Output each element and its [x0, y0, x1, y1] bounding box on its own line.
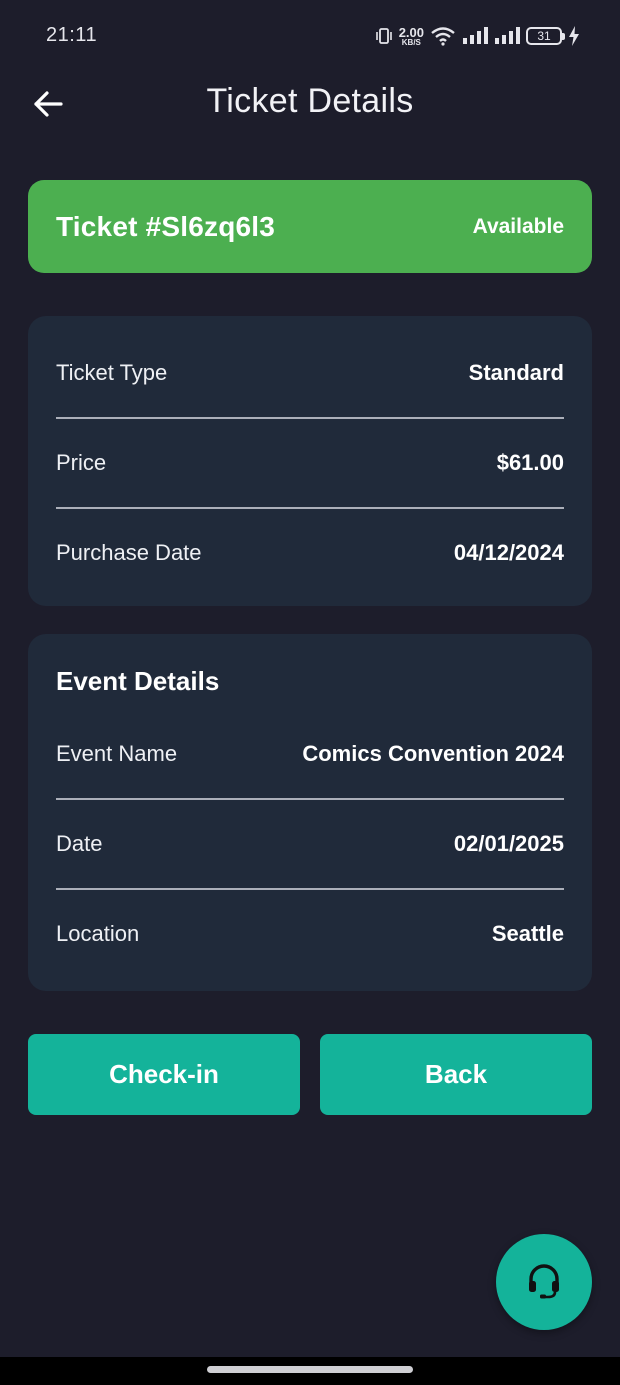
- event-date-label: Date: [56, 831, 103, 856]
- support-fab[interactable]: [496, 1234, 592, 1330]
- ticket-details-screen: 21:11 2.00 KB/S 31 Ticket Details Ticket…: [0, 0, 620, 1385]
- status-bar: 21:11 2.00 KB/S 31: [0, 0, 620, 72]
- divider: [56, 888, 564, 890]
- ticket-type-row: Ticket Type Standard: [56, 329, 564, 417]
- back-button[interactable]: Back: [320, 1034, 592, 1115]
- event-name-label: Event Name: [56, 741, 178, 766]
- battery-level: 31: [537, 29, 551, 43]
- location-row: Location Seattle: [56, 890, 564, 978]
- signal-icon: [462, 27, 488, 45]
- network-speed-value: 2.00: [398, 24, 424, 40]
- ticket-info-card: Ticket Type Standard Price $61.00 Purcha…: [28, 316, 592, 606]
- purchase-date-row: Purchase Date 04/12/2024: [56, 509, 564, 597]
- network-speed: 2.00 KB/S: [399, 26, 424, 47]
- price-value: $61.00: [496, 450, 564, 475]
- ticket-type-value: Standard: [468, 360, 564, 385]
- wifi-icon: [430, 26, 456, 46]
- event-date-row: Date 02/01/2025: [56, 800, 564, 888]
- signal-icon: [494, 27, 520, 45]
- status-time: 21:11: [46, 24, 98, 46]
- divider: [56, 798, 564, 800]
- event-date-value: 02/01/2025: [453, 831, 564, 856]
- vibrate-icon: [375, 27, 393, 45]
- ticket-id: Ticket #Sl6zq6l3: [56, 210, 276, 242]
- purchase-date-label: Purchase Date: [56, 540, 202, 565]
- price-label: Price: [56, 450, 107, 475]
- event-name-row: Event Name Comics Convention 2024: [56, 710, 564, 798]
- divider: [56, 417, 564, 419]
- divider: [56, 507, 564, 509]
- charging-icon: [568, 26, 580, 46]
- ticket-status-banner: Ticket #Sl6zq6l3 Available: [28, 180, 592, 273]
- ticket-status-badge: Available: [472, 214, 564, 238]
- event-name-value: Comics Convention 2024: [302, 741, 564, 766]
- network-speed-unit: KB/S: [401, 37, 421, 47]
- ticket-type-label: Ticket Type: [56, 360, 168, 385]
- action-buttons: Check-in Back: [28, 1034, 592, 1115]
- system-nav-bar: [0, 1357, 620, 1385]
- check-in-button[interactable]: Check-in: [28, 1034, 300, 1115]
- status-icons: 2.00 KB/S 31: [375, 22, 580, 50]
- purchase-date-value: 04/12/2024: [453, 540, 564, 565]
- location-label: Location: [56, 921, 140, 946]
- headset-icon: [524, 1260, 564, 1305]
- page-title: Ticket Details: [206, 82, 414, 120]
- app-bar: Ticket Details: [0, 72, 620, 136]
- event-details-card: Event Details Event Name Comics Conventi…: [28, 634, 592, 991]
- battery-icon: 31: [526, 27, 565, 45]
- home-gesture-handle[interactable]: [207, 1366, 413, 1373]
- location-value: Seattle: [491, 921, 564, 946]
- price-row: Price $61.00: [56, 419, 564, 507]
- event-details-title: Event Details: [56, 666, 220, 696]
